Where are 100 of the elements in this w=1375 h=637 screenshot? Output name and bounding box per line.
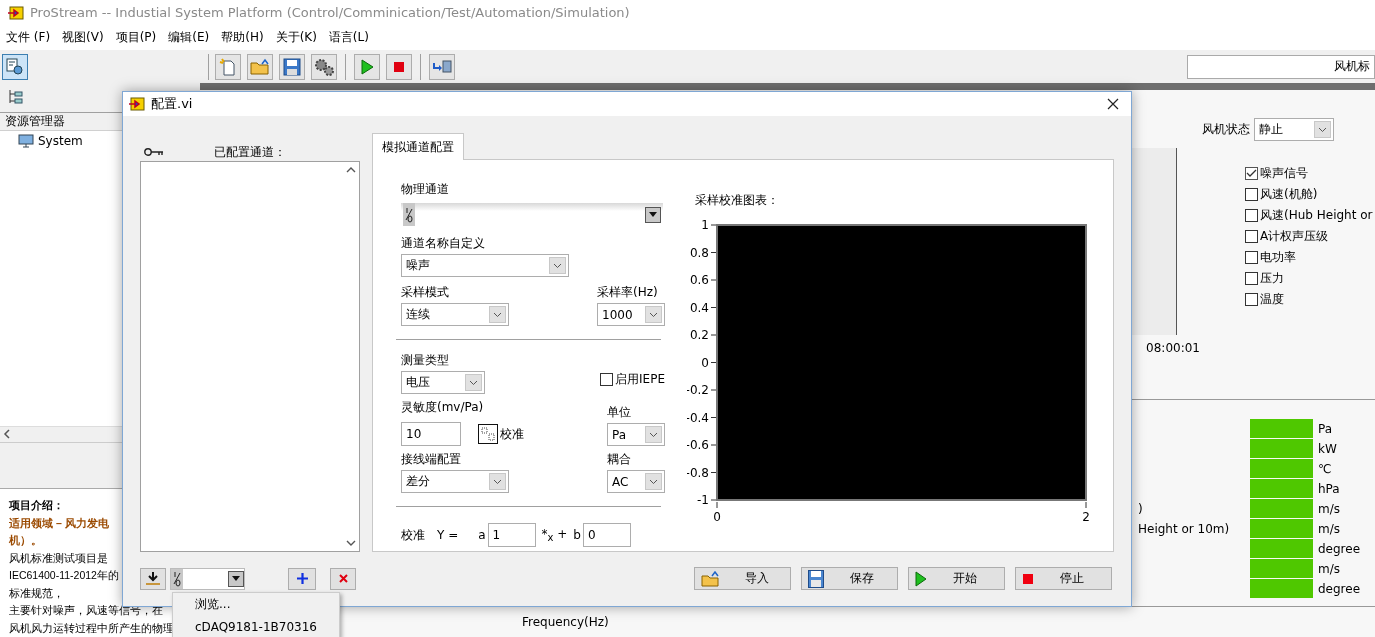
checkbox[interactable] — [1245, 188, 1258, 201]
measure-type-select[interactable]: 电压 — [401, 371, 485, 394]
stop-button[interactable]: 停止 — [1015, 567, 1112, 590]
unit-select[interactable]: Pa — [607, 423, 665, 446]
tick-label: -0.8 — [687, 465, 709, 480]
sensitivity-input[interactable]: 10 — [401, 422, 461, 446]
field-label: 耦合 — [607, 452, 632, 467]
download-button[interactable] — [140, 567, 166, 590]
menu-item[interactable]: 帮助(H) — [217, 29, 272, 46]
scroll-down-icon[interactable] — [346, 540, 356, 547]
coefficient-label: b — [573, 528, 581, 542]
checkbox[interactable] — [1245, 209, 1258, 222]
chevron-icon[interactable] — [645, 306, 662, 323]
tab[interactable]: 模拟通道配置 — [372, 133, 464, 160]
add-button[interactable] — [288, 567, 316, 590]
checkbox-label: 噪声信号 — [1260, 165, 1308, 182]
app-icon — [8, 5, 24, 20]
checkbox[interactable] — [1245, 293, 1258, 306]
chevron-icon[interactable] — [645, 426, 662, 443]
stop-button[interactable] — [386, 53, 412, 80]
open-button[interactable] — [247, 53, 273, 80]
menu-item[interactable]: cDAQ9181-1B70316 — [173, 618, 339, 637]
app-icon — [129, 97, 145, 111]
legend-text: ) — [1138, 501, 1144, 518]
menu-item[interactable]: 视图(V) — [58, 29, 112, 46]
chart-title: 采样校准图表： — [695, 192, 780, 209]
checkbox[interactable] — [1245, 230, 1258, 243]
calibrate-icon — [478, 424, 498, 444]
search-field[interactable]: 风机标 — [1187, 54, 1375, 79]
field-label: 接线端配置 — [401, 452, 462, 467]
equation-term: *$_{x}$ + — [541, 526, 568, 544]
checkbox-label: 风速(机舱) — [1260, 186, 1318, 203]
menu-item[interactable]: 文件 (F) — [2, 29, 59, 46]
new-page-icon — [219, 57, 237, 76]
chevron-icon[interactable] — [465, 374, 482, 391]
sample-mode-select[interactable]: 连续 — [401, 303, 509, 326]
coefficient-b-input[interactable]: 0 — [583, 523, 631, 547]
stop-icon — [1022, 572, 1034, 585]
chevron-icon[interactable] — [645, 473, 662, 490]
field-label: 单位 — [607, 405, 632, 420]
field-label: 采样模式 — [401, 285, 450, 300]
coefficient-a-input[interactable]: 1 — [487, 523, 536, 547]
tree-item[interactable]: System — [18, 134, 200, 149]
tick-label: 1 — [701, 218, 709, 232]
tree-icon[interactable] — [8, 89, 24, 106]
explorer-button[interactable] — [2, 53, 28, 80]
chevron-icon[interactable] — [489, 306, 506, 323]
channel-select[interactable] — [170, 567, 245, 590]
menu-item[interactable]: 编辑(E) — [164, 29, 218, 46]
new-file-button[interactable] — [215, 53, 241, 80]
export-button[interactable] — [429, 53, 455, 80]
equation-label: Y = — [437, 528, 459, 542]
checkbox-label: 压力 — [1260, 270, 1284, 287]
intro-text: 机）。 — [9, 533, 42, 548]
folder-icon — [701, 570, 719, 587]
checkbox[interactable] — [1245, 251, 1258, 264]
save-button[interactable] — [279, 53, 305, 80]
intro-text: 风机标准测试项目是 — [9, 550, 108, 566]
checkbox[interactable] — [1245, 272, 1258, 285]
chevron-icon[interactable] — [1314, 121, 1331, 138]
sample-rate-select[interactable]: 1000 — [597, 303, 665, 326]
gear-icon — [313, 56, 335, 77]
terminal-select[interactable]: 差分 — [401, 470, 509, 493]
tick-label: 0.2 — [689, 328, 709, 342]
indicator-lamp — [1250, 499, 1313, 518]
menu-item[interactable]: 浏览... — [173, 595, 339, 614]
coupling-select[interactable]: AC — [607, 470, 665, 493]
checkbox[interactable] — [1245, 167, 1258, 180]
close-icon — [1107, 98, 1119, 110]
intro-text: IEC61400-11-2012年的 — [9, 568, 119, 583]
chevron-icon[interactable] — [489, 473, 506, 490]
menu-item[interactable]: 项目(P) — [111, 29, 165, 46]
scroll-up-icon[interactable] — [346, 166, 356, 173]
start-button[interactable]: 开始 — [908, 567, 1005, 590]
calibrate-button[interactable]: 校准 — [478, 424, 524, 444]
chevron-icon[interactable] — [549, 257, 566, 274]
stop-icon — [393, 60, 405, 73]
io-icon — [405, 206, 413, 223]
status-select[interactable]: 静止 — [1254, 118, 1334, 141]
menu-item[interactable]: 语言(L) — [324, 29, 377, 46]
indicator-lamp — [1250, 459, 1313, 478]
monitor-icon — [18, 134, 34, 149]
menu-item[interactable]: 关于(K) — [271, 29, 325, 46]
unit-label: kW — [1318, 441, 1337, 456]
save-button[interactable]: 保存 — [801, 567, 898, 590]
run-button[interactable] — [354, 53, 380, 80]
import-button[interactable]: 导入 — [694, 567, 791, 590]
checkbox[interactable] — [600, 373, 614, 386]
field-label: 测量类型 — [401, 353, 450, 368]
tick-label: 0 — [713, 510, 721, 524]
delete-button[interactable] — [330, 567, 356, 590]
dialog-title: 配置.vi — [151, 95, 193, 113]
physical-channel-select[interactable] — [401, 203, 663, 226]
channel-name-select[interactable]: 噪声 — [401, 254, 569, 277]
scroll-left-icon[interactable] — [3, 429, 11, 440]
play-icon — [915, 570, 927, 587]
checkbox-label: A计权声压级 — [1260, 228, 1329, 245]
settings-button[interactable] — [311, 53, 337, 80]
intro-title: 项目介绍： — [9, 498, 64, 513]
field-label: 采样率(Hz) — [597, 285, 659, 300]
